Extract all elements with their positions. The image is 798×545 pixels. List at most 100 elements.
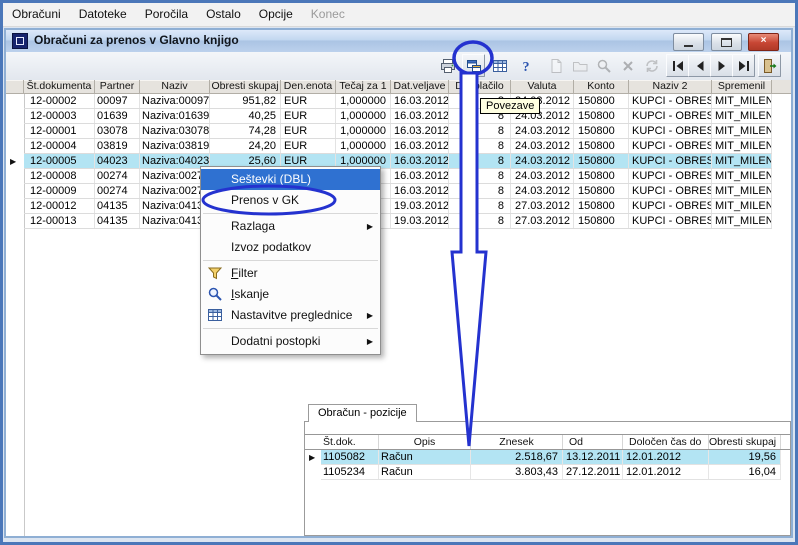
grid-cell: 150800 <box>574 124 629 138</box>
menu-item-izvoz-podatkov[interactable]: Izvoz podatkov <box>201 237 380 258</box>
grid-column-header[interactable]: Konto <box>574 80 629 93</box>
positions-column-header[interactable]: Št.dok. <box>321 435 379 449</box>
app-icon <box>12 33 28 49</box>
grid-row[interactable]: 12-00005 04023 Naziva:04023 25,60 EUR 1,00000… <box>24 154 772 169</box>
positions-cell: 1105082 <box>321 450 379 464</box>
grid-column-header[interactable]: Naziv 2 <box>629 80 712 93</box>
grid-cell: 1,000000 <box>336 139 391 153</box>
positions-column-header[interactable]: Opis <box>379 435 471 449</box>
grid-column-header[interactable]: Spremenil <box>712 80 772 93</box>
grid-column-header[interactable]: Št.dokumenta <box>24 80 95 93</box>
grid-cell: 8 <box>449 214 511 228</box>
positions-row[interactable]: 1105082 Račun 2.518,67 13.12.2011 12.01.2012… <box>321 450 781 465</box>
positions-grid-header: Št.dok. Opis Znesek Od Določen čas do Obresti… <box>305 434 790 450</box>
delete-button[interactable] <box>616 54 639 77</box>
nav-last-button[interactable] <box>732 54 755 77</box>
links-button[interactable] <box>462 54 485 77</box>
grid-row[interactable]: 12-00012 04135 Naziva:04135 19.03.2012 8 27.0… <box>24 199 772 214</box>
close-button[interactable]: × <box>748 33 779 51</box>
grid-cell: 03078 <box>95 124 140 138</box>
menu-separator <box>203 260 378 261</box>
grid-cell: 04023 <box>95 154 140 168</box>
grid-column-header[interactable]: Den.enota <box>281 80 336 93</box>
grid-cell: EUR <box>281 94 336 108</box>
grid-cell: 12-00002 <box>24 94 95 108</box>
menu-item-dodatni-postopki[interactable]: Dodatni postopki ▶ <box>201 331 380 352</box>
grid-cell: 24.03.2012 <box>511 154 574 168</box>
grid-column-header[interactable]: Obresti skupaj <box>210 80 281 93</box>
menu-item-iskanje[interactable]: Iskanje <box>201 284 380 305</box>
maximize-button[interactable] <box>710 33 742 51</box>
positions-cell: 2.518,67 <box>471 450 563 464</box>
minimize-button[interactable] <box>673 33 705 51</box>
menubar-item-porocila[interactable]: Poročila <box>136 3 197 24</box>
grid-row[interactable]: 12-00001 03078 Naziva:03078 74,28 EUR 1,00000… <box>24 124 772 139</box>
search-button[interactable] <box>592 54 615 77</box>
grid-cell: 8 <box>449 139 511 153</box>
grid-column-header[interactable]: Tečaj za 1 <box>336 80 391 93</box>
grid-row[interactable]: 12-00002 00097 Naziva:00097 951,82 EUR 1,0000… <box>24 94 772 109</box>
nav-next-button[interactable] <box>710 54 733 77</box>
nav-first-button[interactable] <box>666 54 689 77</box>
grid-column-header[interactable]: Dat.veljave <box>391 80 449 93</box>
grid-column-header[interactable]: Valuta <box>511 80 574 93</box>
positions-column-header[interactable]: Obresti skupaj <box>709 435 781 449</box>
grid-cell: 00097 <box>95 94 140 108</box>
grid-cell: MIT_MILEN <box>712 94 772 108</box>
help-button[interactable]: ? <box>514 54 537 77</box>
grid-cell: Naziva:01639 <box>142 109 210 123</box>
grid-column-header[interactable]: Dni plačilo <box>449 80 511 93</box>
menu-item-razlaga[interactable]: Razlaga ▶ <box>201 216 380 237</box>
menu-item-filter[interactable]: Filter <box>201 263 380 284</box>
menu-item-label: Seštevki (DBL) <box>231 172 312 186</box>
positions-column-header[interactable]: Od <box>563 435 623 449</box>
grid-row[interactable]: 12-00013 04135 Naziva:04135 19.03.2012 8 27.0… <box>24 214 772 229</box>
positions-row[interactable]: 1105234 Račun 3.803,43 27.12.2011 12.01.2012… <box>321 465 781 480</box>
positions-column-header[interactable]: Določen čas do <box>623 435 709 449</box>
nav-first-icon <box>670 58 686 74</box>
table-icon <box>492 58 508 74</box>
grid-cell: 12-00005 <box>24 154 95 168</box>
menubar-item-opcije[interactable]: Opcije <box>250 3 302 24</box>
folder-button[interactable] <box>568 54 591 77</box>
maximize-icon <box>720 38 732 47</box>
grid-cell: KUPCI - OBRESTI <box>629 169 712 183</box>
submenu-arrow-icon: ▶ <box>366 222 373 231</box>
doc-button[interactable] <box>544 54 567 77</box>
grid-cell: MIT_MILEN <box>712 124 772 138</box>
print-button[interactable] <box>436 54 459 77</box>
grid-cell: 40,25 <box>210 109 281 123</box>
grid-cell: EUR <box>281 139 336 153</box>
grid-column-header[interactable]: Naziv <box>140 80 210 93</box>
grid-row[interactable]: 12-00009 00274 Naziva:00274 16.03.2012 8 24.0… <box>24 184 772 199</box>
grid-cell: Naziva:00097 <box>142 94 210 108</box>
menu-item-label: Prenos v GK <box>231 193 300 207</box>
refresh-button[interactable] <box>640 54 663 77</box>
grid-cell: 16.03.2012 <box>391 124 449 138</box>
menubar-item-ostalo[interactable]: Ostalo <box>197 3 250 24</box>
tooltip-povezave: Povezave <box>480 98 541 114</box>
selected-row-marker-icon: ▶ <box>309 453 316 462</box>
nav-prev-button[interactable] <box>688 54 711 77</box>
grid-cell: MIT_MILEN <box>712 199 772 213</box>
menubar-item-datoteke[interactable]: Datoteke <box>70 3 136 24</box>
grid-cell: KUPCI - OBRESTI <box>629 214 712 228</box>
grid-cell: KUPCI - OBRESTI <box>629 94 712 108</box>
table-button[interactable] <box>488 54 511 77</box>
positions-cell: 3.803,43 <box>471 465 563 479</box>
positions-cell: 27.12.2011 <box>563 465 623 479</box>
exit-button[interactable] <box>758 54 781 77</box>
menu-item-sestevki-dbl[interactable]: Seštevki (DBL) <box>201 169 380 190</box>
grid-row[interactable]: 12-00004 03819 Naziva:03819 24,20 EUR 1,00000… <box>24 139 772 154</box>
selected-row-marker-icon: ▶ <box>10 157 17 166</box>
menu-item-nastavitve-preglednice[interactable]: Nastavitve preglednice ▶ <box>201 305 380 326</box>
menubar-item-obracuni[interactable]: Obračuni <box>3 3 70 24</box>
menu-item-prenos-v-gk[interactable]: Prenos v GK <box>201 190 380 211</box>
tab-obracun-pozicije[interactable]: Obračun - pozicije <box>308 404 417 422</box>
grid-row[interactable]: 12-00003 01639 Naziva:01639 40,25 EUR 1,00000… <box>24 109 772 124</box>
grid-column-header[interactable]: Partner <box>95 80 140 93</box>
exit-icon <box>762 58 778 74</box>
grid-cell: 03819 <box>95 139 140 153</box>
grid-row[interactable]: 12-00008 00274 Naziva:00274 16.03.2012 8 24.0… <box>24 169 772 184</box>
positions-column-header[interactable]: Znesek <box>471 435 563 449</box>
